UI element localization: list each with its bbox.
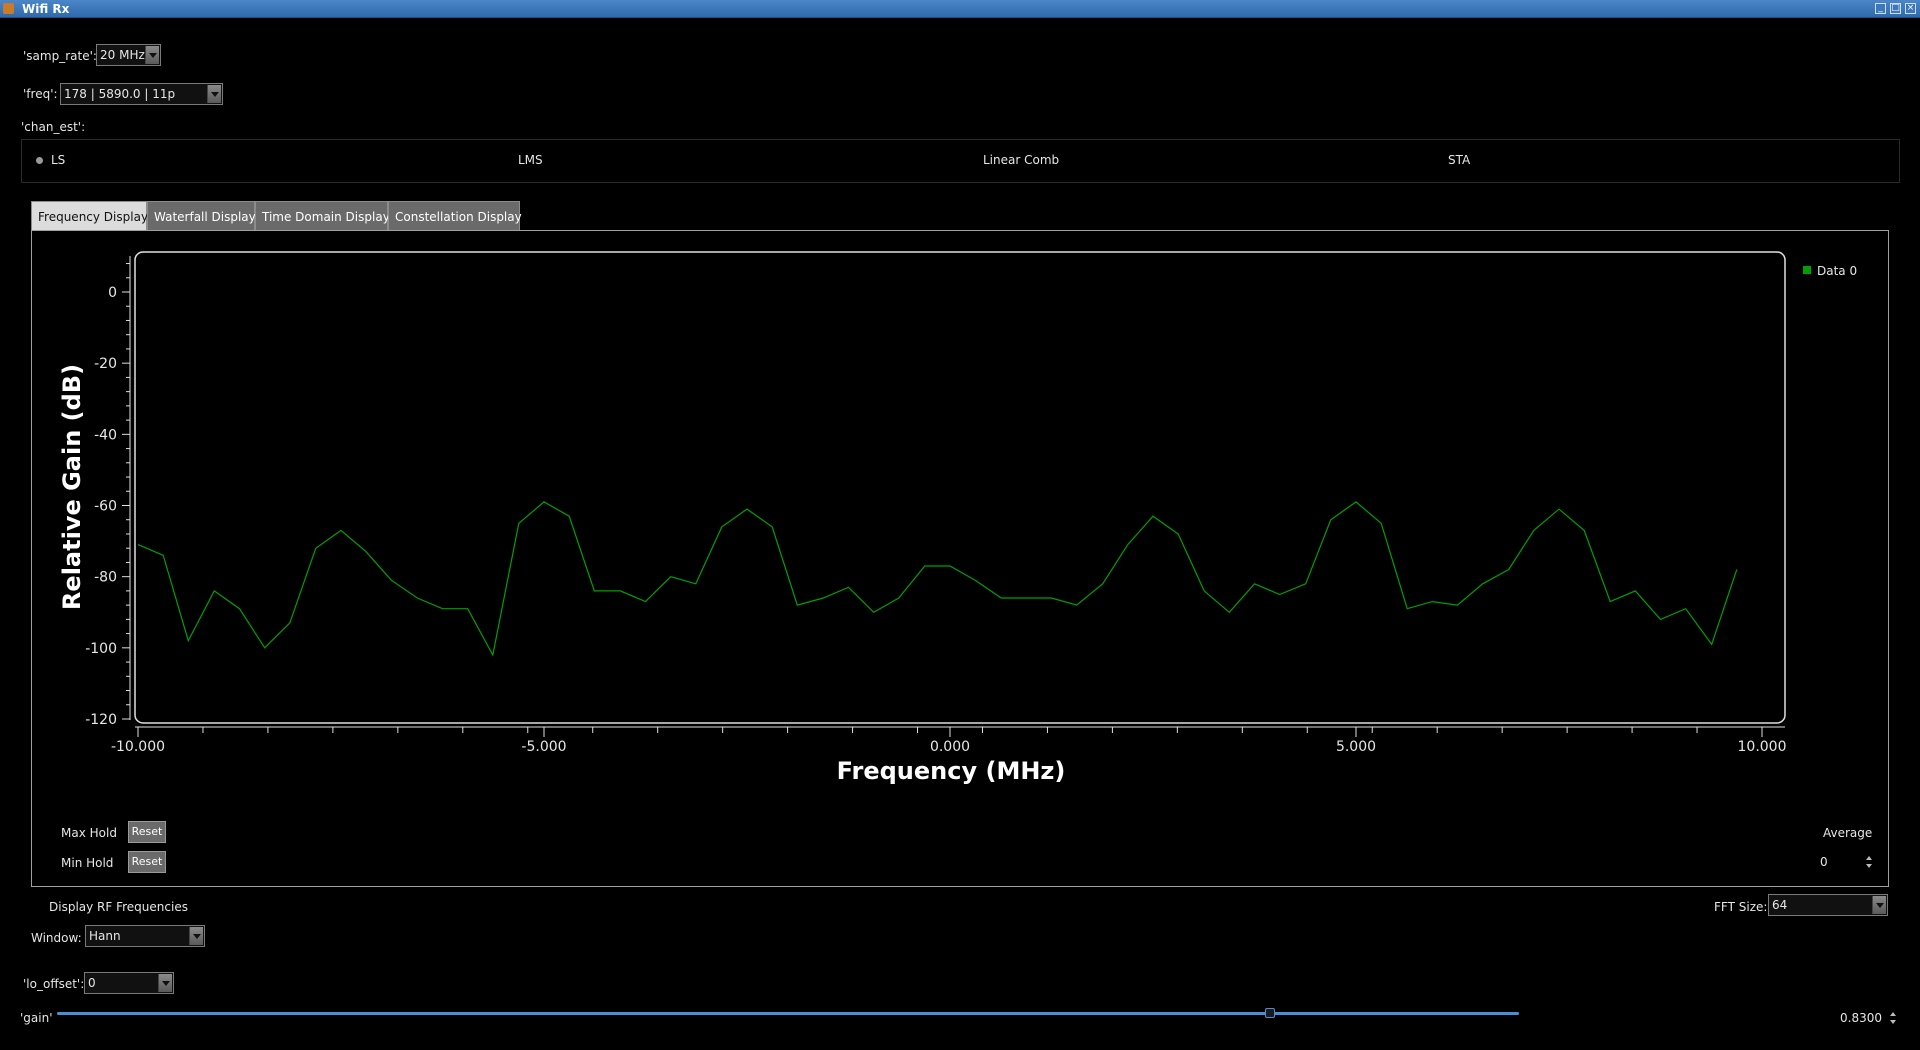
tab-frequency-display[interactable]: Frequency Display <box>31 201 148 231</box>
average-spinbox[interactable]: 0 <box>1818 852 1874 874</box>
display-rf-frequencies-label[interactable]: Display RF Frequencies <box>49 900 188 914</box>
freq-value: 178 | 5890.0 | 11p <box>64 87 176 101</box>
min-hold-reset-button[interactable]: Reset <box>128 851 166 873</box>
min-hold-label: Min Hold <box>61 856 114 870</box>
spin-down-icon[interactable] <box>1864 863 1874 872</box>
close-icon[interactable]: × <box>1905 3 1916 14</box>
gain-label: 'gain' <box>20 1011 53 1025</box>
tab-constellation-display[interactable]: Constellation Display <box>388 201 522 231</box>
radio-selected-icon[interactable] <box>36 157 43 164</box>
gain-slider-handle[interactable] <box>1265 1008 1276 1018</box>
maximize-icon[interactable]: □ <box>1890 3 1901 14</box>
chevron-down-icon[interactable] <box>145 46 159 64</box>
spin-up-icon[interactable] <box>1864 853 1874 862</box>
lo-offset-value: 0 <box>88 976 96 990</box>
chan-est-option-linear-comb[interactable]: Linear Comb <box>983 153 1059 167</box>
chan-est-option-lms[interactable]: LMS <box>518 153 543 167</box>
window-value: Hann <box>89 929 121 943</box>
fft-size-combo[interactable]: 64 <box>1768 894 1888 916</box>
fft-size-label: FFT Size: <box>1714 900 1768 914</box>
chan-est-option-sta[interactable]: STA <box>1448 153 1470 167</box>
window-label: Window: <box>31 931 82 945</box>
tab-waterfall-display[interactable]: Waterfall Display <box>147 201 256 231</box>
chevron-down-icon[interactable] <box>189 927 203 945</box>
fft-size-value: 64 <box>1772 898 1788 912</box>
max-hold-reset-button[interactable]: Reset <box>128 821 166 843</box>
lo-offset-combo[interactable]: 0 <box>84 972 174 994</box>
average-value: 0 <box>1820 855 1828 869</box>
window-combo[interactable]: Hann <box>85 925 205 947</box>
frequency-display-panel <box>31 230 1889 887</box>
spin-down-icon[interactable] <box>1888 1019 1898 1028</box>
samp-rate-value: 20 MHz <box>100 48 145 62</box>
title-bar: Wifi Rx _ □ × <box>0 0 1920 18</box>
freq-combo[interactable]: 178 | 5890.0 | 11p <box>60 83 223 105</box>
chevron-down-icon[interactable] <box>158 974 172 992</box>
chevron-down-icon[interactable] <box>1872 896 1886 914</box>
chan-est-option-ls[interactable]: LS <box>51 153 65 167</box>
app-icon <box>3 3 14 14</box>
chan-est-label: 'chan_est': <box>21 120 86 134</box>
gain-slider-track[interactable] <box>57 1012 1519 1015</box>
gain-spinbox[interactable]: 0.8300 <box>1832 1009 1898 1031</box>
window-title: Wifi Rx <box>22 2 70 16</box>
tab-time-domain-display[interactable]: Time Domain Display <box>255 201 390 231</box>
minimize-icon[interactable]: _ <box>1875 3 1886 14</box>
chevron-down-icon[interactable] <box>207 85 221 103</box>
max-hold-label: Max Hold <box>61 826 117 840</box>
gain-value: 0.8300 <box>1840 1011 1882 1025</box>
samp-rate-combo[interactable]: 20 MHz <box>96 44 161 66</box>
samp-rate-label: 'samp_rate': <box>23 49 97 63</box>
lo-offset-label: 'lo_offset': <box>23 977 85 991</box>
freq-label: 'freq': <box>23 87 58 101</box>
spin-up-icon[interactable] <box>1888 1009 1898 1018</box>
average-label: Average <box>1823 826 1873 840</box>
chan-est-radio-group <box>21 139 1900 183</box>
